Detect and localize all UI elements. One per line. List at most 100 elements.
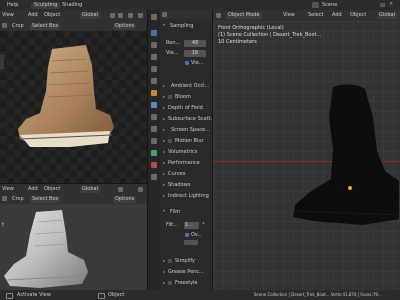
physics-tab-icon[interactable]: [151, 126, 157, 132]
section-indirect-lighting[interactable]: Indirect Lighting: [160, 192, 209, 200]
constraints-tab-icon[interactable]: [151, 138, 157, 144]
section-freestyle[interactable]: Freestyle: [160, 279, 208, 287]
mouse-icon: [6, 293, 13, 299]
sculpt-preview-viewport[interactable]: t: [0, 204, 147, 290]
scene-statistics: Scene Collection | Desert_Trek_Boot... V…: [254, 292, 382, 297]
section-volumetrics[interactable]: Volumetrics: [160, 148, 208, 156]
options-dropdown[interactable]: Options: [113, 23, 137, 30]
viewport-label: t: [2, 222, 4, 228]
transform-orientation-select[interactable]: Global: [80, 12, 100, 19]
main-3d-viewport[interactable]: Front Orthographic (Local) (1) Scene Col…: [213, 21, 400, 290]
mode-select[interactable]: Object Mode: [226, 12, 262, 19]
viewport-samples-label: Vie...: [166, 50, 179, 56]
viewport-samples-field[interactable]: 16: [184, 50, 206, 57]
tool-tab-icon[interactable]: [151, 14, 157, 20]
help-menu[interactable]: Help: [7, 3, 18, 8]
select-box-tool[interactable]: Select Box: [30, 196, 61, 203]
output-tab-icon[interactable]: [151, 42, 157, 48]
section-motion-blur[interactable]: Motion Blur: [160, 137, 208, 145]
snap-icon[interactable]: [118, 187, 123, 192]
section-screen-space-reflections[interactable]: Screen Space...: [160, 126, 210, 134]
object-tab-icon[interactable]: [151, 90, 157, 96]
section-shadows[interactable]: Shadows: [160, 181, 208, 189]
world-tab-icon[interactable]: [151, 78, 157, 84]
tool-icon[interactable]: [2, 196, 7, 201]
section-curves[interactable]: Curves: [160, 170, 208, 178]
overscan-checkbox[interactable]: [185, 233, 189, 237]
data-tab-icon[interactable]: [151, 150, 157, 156]
scene-name[interactable]: Scene: [322, 3, 337, 8]
boot-sculpt-mesh: [4, 210, 88, 288]
falloff-icon[interactable]: [138, 13, 143, 18]
close-icon[interactable]: ×: [389, 2, 393, 7]
properties-tab-bar: [148, 10, 160, 290]
proportional-edit-icon[interactable]: [138, 187, 143, 192]
pin-icon[interactable]: [162, 12, 167, 17]
proportional-edit-icon[interactable]: [128, 13, 133, 18]
object-origin-icon[interactable]: [348, 186, 352, 190]
transform-orientation-select[interactable]: Global: [80, 186, 100, 193]
properties-panel-header: [160, 10, 212, 19]
viewport-denoise-checkbox[interactable]: [185, 61, 189, 65]
object-menu[interactable]: Object: [44, 187, 60, 192]
expand-arrow-icon: [163, 210, 165, 212]
options-dropdown[interactable]: Options: [113, 196, 137, 203]
view-layer-tab-icon[interactable]: [151, 54, 157, 60]
section-film[interactable]: Film: [160, 208, 212, 216]
scene-icon: [312, 2, 319, 8]
film-filter-label: Filt...: [166, 222, 179, 228]
section-title: Sampling: [170, 23, 194, 29]
view-menu[interactable]: View: [283, 13, 295, 18]
add-menu[interactable]: Add: [28, 13, 38, 18]
object-menu[interactable]: Object: [44, 13, 60, 18]
tab-shading[interactable]: Shading: [62, 3, 82, 8]
tool-icon[interactable]: [2, 23, 7, 28]
render-samples-label: Ren...: [166, 40, 181, 46]
material-tab-icon[interactable]: [151, 162, 157, 168]
sampling-section[interactable]: Sampling: [160, 22, 212, 30]
boot-mesh-object[interactable]: [213, 21, 400, 290]
section-list: Ambient Occl... Bloom Depth of Field Sub…: [160, 82, 215, 202]
copy-scene-icon[interactable]: [380, 3, 385, 7]
tab-sculpting[interactable]: Sculpting: [31, 2, 61, 9]
toolbar-handle[interactable]: [0, 55, 4, 69]
section-ambient-occlusion[interactable]: Ambient Occl...: [160, 82, 209, 90]
render-tab-icon[interactable]: [151, 30, 157, 36]
editor-type-icon[interactable]: [216, 13, 221, 18]
particles-tab-icon[interactable]: [151, 114, 157, 120]
section-performance[interactable]: Performance: [160, 159, 208, 167]
status-hint: Activate View: [17, 292, 51, 298]
object-menu[interactable]: Object: [350, 13, 366, 18]
expand-arrow-icon: [163, 24, 165, 26]
crop-label[interactable]: Crop: [12, 197, 24, 202]
select-box-tool[interactable]: Select Box: [30, 23, 61, 30]
section-simplify[interactable]: Simplify: [160, 257, 208, 265]
viewport-denoise-label: Vie...: [191, 60, 204, 66]
status-mode: Object: [108, 292, 125, 298]
top-bar: Help Sculpting Shading Scene ×: [0, 0, 400, 10]
crop-label[interactable]: Crop: [12, 24, 24, 29]
properties-panel: Sampling Ren... 48 Vie... 16 Vie... Ambi…: [160, 10, 215, 290]
select-menu[interactable]: Select: [308, 13, 323, 18]
add-menu[interactable]: Add: [332, 13, 342, 18]
pivot-icon[interactable]: [110, 13, 115, 18]
section-bloom[interactable]: Bloom: [160, 93, 208, 101]
render-samples-field[interactable]: 48: [184, 40, 206, 47]
add-menu[interactable]: Add: [28, 187, 38, 192]
overscan-field[interactable]: [184, 240, 198, 245]
texture-tab-icon[interactable]: [151, 174, 157, 180]
scene-tab-icon[interactable]: [151, 66, 157, 72]
section-subsurface-scattering[interactable]: Subsurface Scatt...: [160, 115, 215, 123]
section-depth-of-field[interactable]: Depth of Field: [160, 104, 208, 112]
view-menu[interactable]: View: [2, 13, 14, 18]
transform-orientation-select[interactable]: Global: [377, 12, 397, 19]
section-grease-pencil[interactable]: Grease Penc...: [160, 268, 208, 276]
modifier-tab-icon[interactable]: [151, 102, 157, 108]
reference-image-viewport[interactable]: [0, 31, 147, 183]
film-filter-field[interactable]: 1...: [184, 222, 199, 229]
view-menu[interactable]: View: [2, 187, 14, 192]
animate-dot-icon[interactable]: •: [202, 222, 205, 227]
snap-icon[interactable]: [118, 13, 123, 18]
mouse-icon: [98, 293, 105, 299]
section-title: Film: [170, 209, 181, 215]
